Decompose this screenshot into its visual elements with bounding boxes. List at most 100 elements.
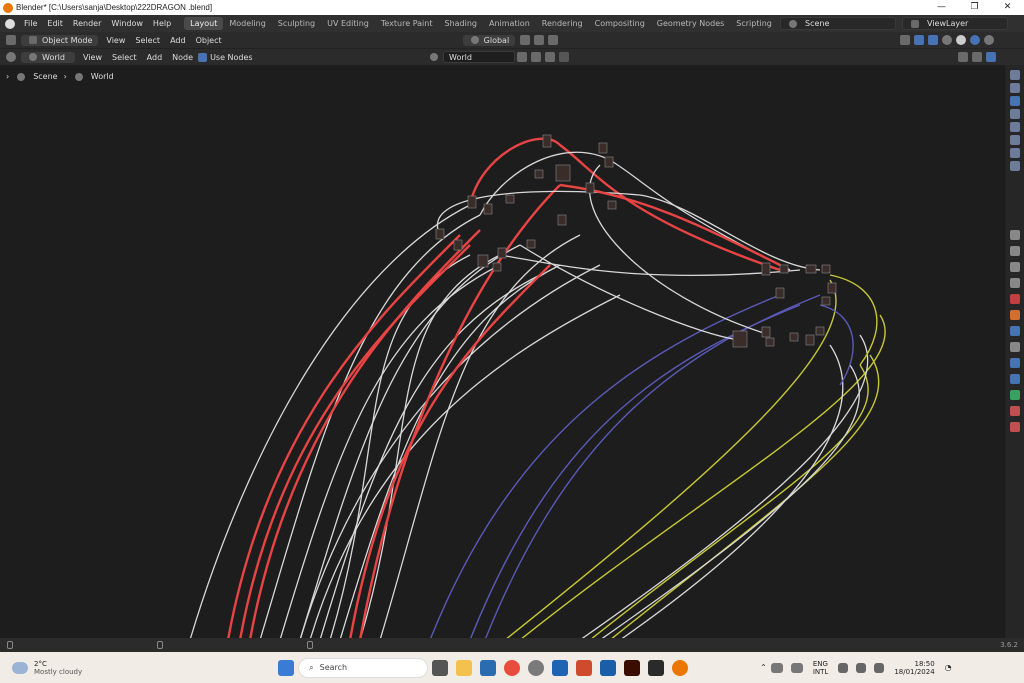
shader-node[interactable]: [534, 169, 544, 179]
node-overlay-icon[interactable]: [972, 52, 982, 62]
shader-node[interactable]: [604, 156, 614, 168]
illustrator-icon[interactable]: [624, 659, 641, 676]
shader-node[interactable]: [483, 203, 493, 215]
lang-label[interactable]: ENG: [813, 660, 828, 668]
node-menu-node[interactable]: Node: [167, 53, 198, 62]
maximize-button[interactable]: ❐: [958, 0, 991, 15]
shading-wire-icon[interactable]: [942, 35, 952, 45]
shader-node[interactable]: [607, 200, 617, 210]
world-name-field[interactable]: World: [443, 51, 515, 63]
mail-icon[interactable]: [600, 659, 617, 676]
header-menu-view[interactable]: View: [101, 36, 130, 45]
tab-sculpting[interactable]: Sculpting: [272, 17, 321, 30]
tab-compositing[interactable]: Compositing: [589, 17, 651, 30]
menu-window[interactable]: Window: [106, 19, 148, 28]
shader-node[interactable]: [761, 262, 771, 276]
shader-node[interactable]: [477, 254, 489, 268]
shader-node[interactable]: [505, 194, 515, 204]
particles-icon[interactable]: [1009, 342, 1020, 352]
shader-node[interactable]: [821, 296, 831, 306]
breadcrumb-scene[interactable]: Scene: [33, 72, 57, 81]
blender-taskbar-icon[interactable]: [672, 659, 689, 676]
data-icon[interactable]: [1009, 390, 1020, 400]
task-view-icon[interactable]: [432, 659, 449, 676]
tab-shading[interactable]: Shading: [438, 17, 483, 30]
shader-node[interactable]: [557, 214, 567, 226]
fake-user-icon[interactable]: [517, 52, 527, 62]
shader-node[interactable]: [789, 332, 799, 342]
material-icon[interactable]: [1009, 406, 1020, 416]
pin-icon[interactable]: [559, 52, 569, 62]
shader-node[interactable]: [827, 282, 837, 294]
taskbar-search[interactable]: ⌕ Search: [298, 657, 429, 678]
office-icon[interactable]: [576, 659, 593, 676]
node-gizmo-icon[interactable]: [986, 52, 996, 62]
xray-icon[interactable]: [928, 35, 938, 45]
use-nodes-checkbox[interactable]: [198, 52, 208, 62]
shading-rendered-icon[interactable]: [984, 35, 994, 45]
node-menu-select[interactable]: Select: [107, 53, 142, 62]
shader-node[interactable]: [775, 287, 785, 299]
scene-selector[interactable]: Scene: [780, 17, 896, 30]
duplicate-icon[interactable]: [531, 52, 541, 62]
tab-geometry-nodes[interactable]: Geometry Nodes: [651, 17, 730, 30]
shader-node[interactable]: [805, 264, 817, 274]
keyboard-icon[interactable]: [770, 662, 783, 673]
camera-icon[interactable]: [1009, 70, 1020, 80]
store-icon[interactable]: [480, 659, 497, 676]
tab-uv-editing[interactable]: UV Editing: [321, 17, 375, 30]
shader-node[interactable]: [779, 264, 789, 274]
close-button[interactable]: ✕: [991, 0, 1024, 15]
node-menu-view[interactable]: View: [78, 53, 107, 62]
shading-material-icon[interactable]: [970, 35, 980, 45]
header-menu-object[interactable]: Object: [191, 36, 227, 45]
shader-node[interactable]: [765, 337, 775, 347]
view-layer-selector[interactable]: ViewLayer: [902, 17, 1008, 30]
node-menu-add[interactable]: Add: [142, 53, 168, 62]
menu-help[interactable]: Help: [148, 19, 176, 28]
shader-node[interactable]: [732, 330, 748, 348]
outlook-icon[interactable]: [552, 659, 569, 676]
unlink-icon[interactable]: [545, 52, 555, 62]
header-menu-select[interactable]: Select: [130, 36, 165, 45]
weather-icon[interactable]: [12, 661, 28, 674]
editor-type-icon[interactable]: [6, 35, 16, 45]
modifier-icon[interactable]: [1009, 326, 1020, 336]
clock-date[interactable]: 18/01/2024: [894, 668, 934, 676]
shader-node[interactable]: [805, 334, 815, 346]
tab-animation[interactable]: Animation: [483, 17, 536, 30]
camera-icon[interactable]: [1009, 135, 1020, 145]
shader-node[interactable]: [761, 326, 771, 338]
node-editor-canvas[interactable]: [0, 65, 1004, 638]
pivot-icon[interactable]: [520, 35, 531, 45]
shader-node[interactable]: [526, 239, 536, 249]
camera-icon[interactable]: [1009, 96, 1020, 106]
shader-type-dropdown[interactable]: World: [21, 51, 75, 63]
object-prop-icon[interactable]: [1009, 310, 1020, 320]
camera-icon[interactable]: [1009, 161, 1020, 171]
menu-file[interactable]: File: [19, 19, 42, 28]
menu-render[interactable]: Render: [68, 19, 106, 28]
overlay-icon[interactable]: [914, 35, 924, 45]
shader-node[interactable]: [585, 182, 595, 194]
world-browse-icon[interactable]: [430, 53, 438, 61]
clock-time[interactable]: 18:50: [914, 660, 934, 668]
gizmo-icon[interactable]: [900, 35, 910, 45]
snap-icon[interactable]: [534, 35, 545, 45]
transform-orientation-dropdown[interactable]: Global: [462, 34, 516, 46]
blender-menu-icon[interactable]: [5, 18, 15, 29]
shader-node[interactable]: [815, 326, 825, 336]
menu-edit[interactable]: Edit: [42, 19, 68, 28]
proportional-edit-icon[interactable]: [548, 35, 559, 45]
chevron-up-icon[interactable]: ⌃: [760, 663, 767, 672]
tab-scripting[interactable]: Scripting: [730, 17, 778, 30]
physics-icon[interactable]: [1009, 358, 1020, 368]
shader-node[interactable]: [467, 195, 477, 209]
shader-node[interactable]: [453, 239, 463, 251]
mode-dropdown[interactable]: Object Mode: [21, 34, 99, 46]
chrome-icon[interactable]: [504, 659, 521, 676]
minimize-button[interactable]: —: [925, 0, 958, 15]
tool-icon[interactable]: [1009, 230, 1020, 240]
output-icon[interactable]: [1009, 262, 1020, 272]
notification-bell-icon[interactable]: ◔: [945, 663, 952, 672]
